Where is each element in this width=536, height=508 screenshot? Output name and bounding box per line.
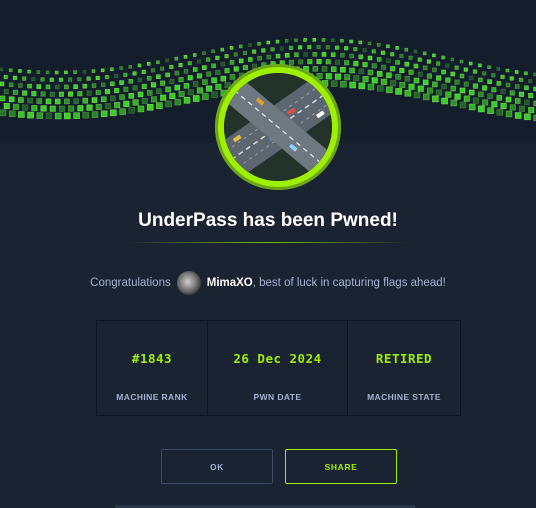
machine-logo [215,64,341,190]
stat-machine-rank: #1843 MACHINE RANK [97,321,208,415]
stat-value: RETIRED [375,351,433,366]
stat-value: 26 Dec 2024 [233,351,322,366]
stats-panel: #1843 MACHINE RANK 26 Dec 2024 PWN DATE … [96,320,461,416]
congrats-prefix: Congratulations [90,277,171,289]
stat-pwn-date: 26 Dec 2024 PWN DATE [208,321,348,415]
avatar [176,271,201,295]
page-title: UnderPass has been Pwned! [138,210,398,231]
congratulations-message: Congratulations MimaXO , best of luck in… [0,271,536,295]
stat-label: PWN DATE [253,392,302,402]
highway-overpass-icon [224,73,332,181]
stat-label: MACHINE STATE [367,392,441,402]
congrats-suffix: , best of luck in capturing flags ahead! [252,277,446,289]
stat-value: #1843 [131,351,173,366]
title-divider [128,242,408,243]
share-button[interactable]: SHARE [285,449,397,484]
stat-label: MACHINE RANK [116,392,188,402]
ok-button[interactable]: OK [161,449,273,484]
username: MimaXO [206,277,253,289]
stat-machine-state: RETIRED MACHINE STATE [348,321,460,415]
